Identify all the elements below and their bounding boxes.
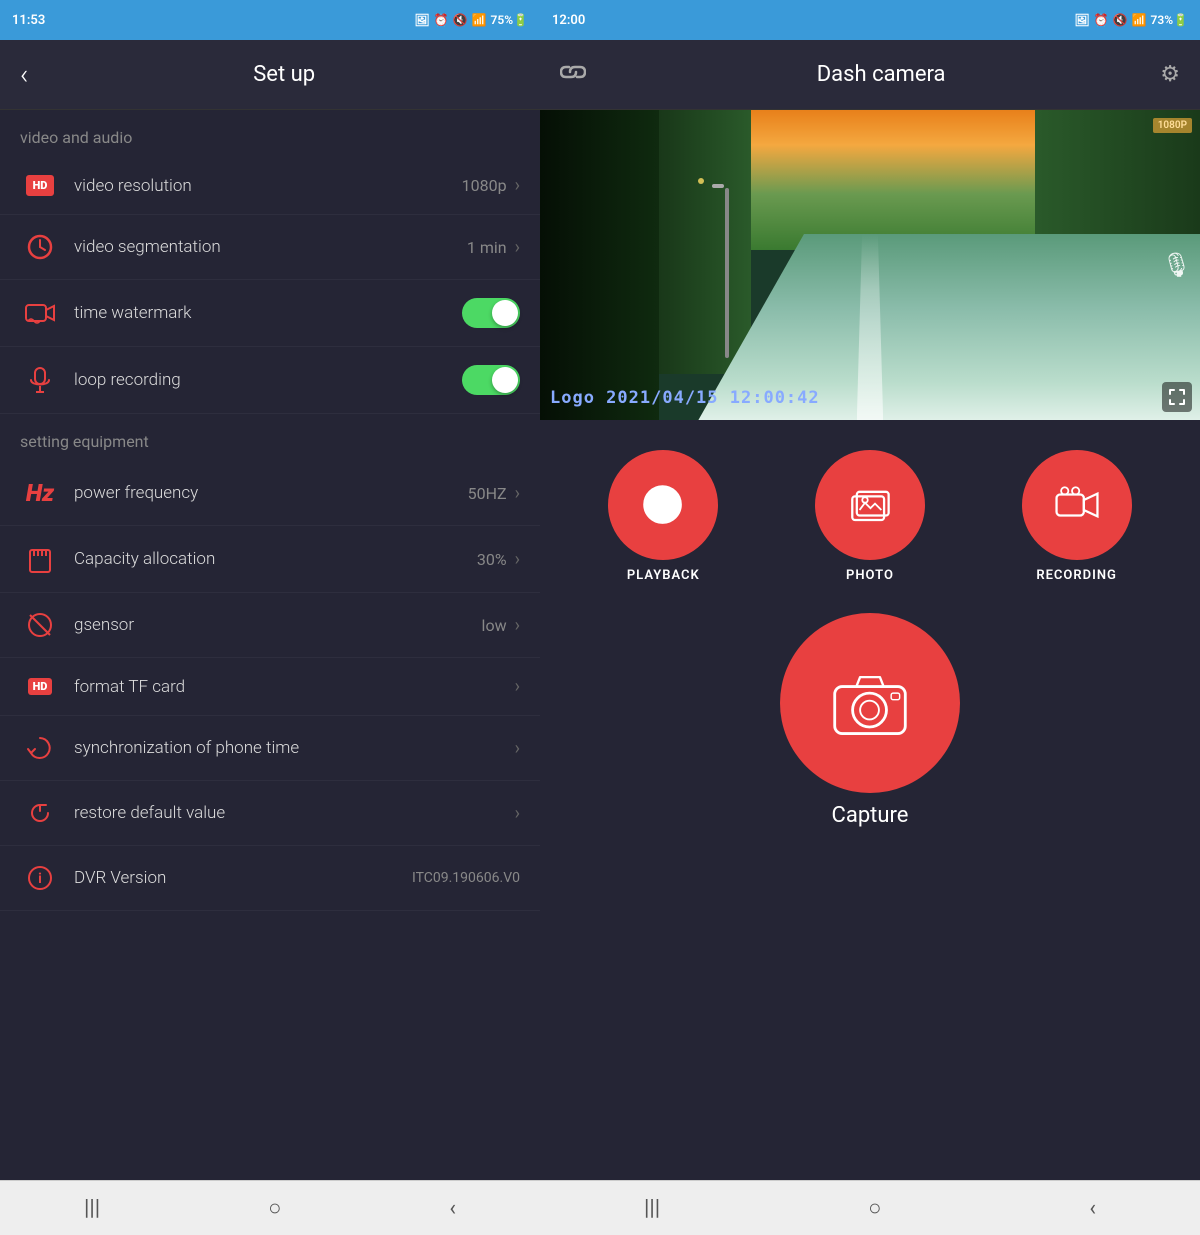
setup-title: Set up (48, 62, 520, 87)
camera-image (540, 110, 1200, 420)
capture-button[interactable]: Capture (780, 613, 960, 828)
left-time: 11:53 (12, 13, 45, 28)
gsensor-icon (20, 611, 60, 639)
hd2-icon: HD (20, 678, 60, 695)
capacity-allocation-label: Capacity allocation (74, 549, 477, 569)
right-time: 12:00 (552, 13, 585, 28)
setting-capacity-allocation[interactable]: Capacity allocation 30% › (0, 526, 540, 593)
setting-gsensor[interactable]: gsensor low › (0, 593, 540, 658)
gsensor-label: gsensor (74, 615, 482, 635)
status-bars: 11:53 🖼 ⏰ 🔇 📶 75%🔋 12:00 🖼 ⏰ 🔇 📶 73%🔋 (0, 0, 1200, 40)
setup-header: ‹ Set up (0, 40, 540, 110)
clock-icon (20, 233, 60, 261)
dvr-version-value: ITC09.190606.V0 (412, 870, 520, 886)
camera-wave-icon (20, 299, 60, 327)
camera-timestamp: Logo 2021/04/15 12:00:42 (550, 388, 820, 408)
gsensor-value: low (482, 616, 507, 635)
format-tf-label: format TF card (74, 677, 515, 697)
setting-video-resolution[interactable]: HD video resolution 1080p › (0, 157, 540, 215)
chevron-icon: › (515, 549, 520, 570)
setting-sync-phone-time[interactable]: synchronization of phone time › (0, 716, 540, 781)
restore-default-label: restore default value (74, 803, 515, 823)
hd-icon: HD (20, 175, 60, 196)
time-watermark-toggle[interactable] (462, 298, 520, 328)
settings-list: video and audio HD video resolution 1080… (0, 110, 540, 1180)
link-icon[interactable] (560, 61, 586, 89)
section-video-audio: video and audio (0, 110, 540, 157)
right-bottom-nav: ||| ○ ‹ (540, 1180, 1200, 1235)
sd-card-icon (20, 544, 60, 574)
playback-button[interactable]: PLAYBACK (608, 450, 718, 583)
photo-circle (815, 450, 925, 560)
restore-icon (20, 799, 60, 827)
hz-icon: Hz (20, 479, 60, 507)
svg-text:i: i (38, 871, 42, 887)
back-nav-button[interactable]: ‹ (441, 1188, 464, 1229)
capture-label: Capture (832, 803, 909, 828)
camera-feed: 1080P Logo 2021/04/15 12:00:42 🎙 (540, 110, 1200, 420)
playback-circle (608, 450, 718, 560)
chevron-icon: › (515, 615, 520, 636)
setting-loop-recording[interactable]: loop recording (0, 347, 540, 414)
dash-camera-title: Dash camera (602, 62, 1160, 87)
video-segmentation-label: video segmentation (74, 237, 467, 257)
capture-section: Capture (540, 603, 1200, 858)
power-frequency-label: power frequency (74, 483, 468, 503)
bottom-bars: ||| ○ ‹ ||| ○ ‹ (0, 1180, 1200, 1235)
chevron-icon: › (515, 483, 520, 504)
setting-power-frequency[interactable]: Hz power frequency 50HZ › (0, 461, 540, 526)
sync-icon (20, 734, 60, 762)
chevron-icon: › (515, 738, 520, 759)
back-nav-button-right[interactable]: ‹ (1081, 1188, 1104, 1229)
settings-icon[interactable]: ⚙ (1160, 62, 1180, 87)
left-status-icons: 🖼 ⏰ 🔇 📶 75%🔋 (414, 13, 528, 27)
setting-video-segmentation[interactable]: video segmentation 1 min › (0, 215, 540, 280)
sync-phone-time-label: synchronization of phone time (74, 738, 515, 758)
setting-restore-default[interactable]: restore default value › (0, 781, 540, 846)
setting-time-watermark[interactable]: time watermark (0, 280, 540, 347)
main-content: ‹ Set up video and audio HD video resolu… (0, 40, 1200, 1180)
mic-icon (20, 366, 60, 394)
video-resolution-value: 1080p (462, 176, 507, 195)
action-buttons: PLAYBACK PHOTO (540, 420, 1200, 603)
fullscreen-button[interactable] (1162, 382, 1192, 412)
right-panel: Dash camera ⚙ (540, 40, 1200, 1180)
video-segmentation-value: 1 min (467, 238, 507, 257)
recording-label: RECORDING (1036, 568, 1117, 583)
left-panel: ‹ Set up video and audio HD video resolu… (0, 40, 540, 1180)
recording-circle (1022, 450, 1132, 560)
microphone-icon: 🎙 (1162, 251, 1192, 279)
chevron-icon: › (515, 237, 520, 258)
recording-button[interactable]: RECORDING (1022, 450, 1132, 583)
resolution-badge: 1080P (1153, 118, 1192, 133)
playback-label: PLAYBACK (627, 568, 700, 583)
dvr-version-label: DVR Version (74, 868, 412, 888)
photo-button[interactable]: PHOTO (815, 450, 925, 583)
dash-camera-header: Dash camera ⚙ (540, 40, 1200, 110)
photo-label: PHOTO (846, 568, 894, 583)
loop-recording-toggle[interactable] (462, 365, 520, 395)
capture-circle (780, 613, 960, 793)
chevron-icon: › (515, 175, 520, 196)
loop-recording-label: loop recording (74, 370, 462, 390)
video-resolution-label: video resolution (74, 176, 462, 196)
capacity-allocation-value: 30% (477, 550, 507, 569)
power-frequency-value: 50HZ (468, 484, 507, 503)
home-button[interactable]: ○ (260, 1187, 289, 1229)
time-watermark-label: time watermark (74, 303, 462, 323)
chevron-icon: › (515, 803, 520, 824)
left-status-bar: 11:53 🖼 ⏰ 🔇 📶 75%🔋 (0, 0, 540, 40)
chevron-icon: › (515, 676, 520, 697)
section-setting-equipment: setting equipment (0, 414, 540, 461)
right-status-bar: 12:00 🖼 ⏰ 🔇 📶 73%🔋 (540, 0, 1200, 40)
setting-format-tf[interactable]: HD format TF card › (0, 658, 540, 716)
left-bottom-nav: ||| ○ ‹ (0, 1180, 540, 1235)
right-status-icons: 🖼 ⏰ 🔇 📶 73%🔋 (1074, 13, 1188, 27)
info-icon: i (20, 864, 60, 892)
home-button-right[interactable]: ○ (860, 1187, 889, 1229)
recents-button[interactable]: ||| (76, 1188, 108, 1229)
setting-dvr-version: i DVR Version ITC09.190606.V0 (0, 846, 540, 911)
back-button[interactable]: ‹ (20, 58, 28, 91)
recents-button-right[interactable]: ||| (636, 1188, 668, 1229)
